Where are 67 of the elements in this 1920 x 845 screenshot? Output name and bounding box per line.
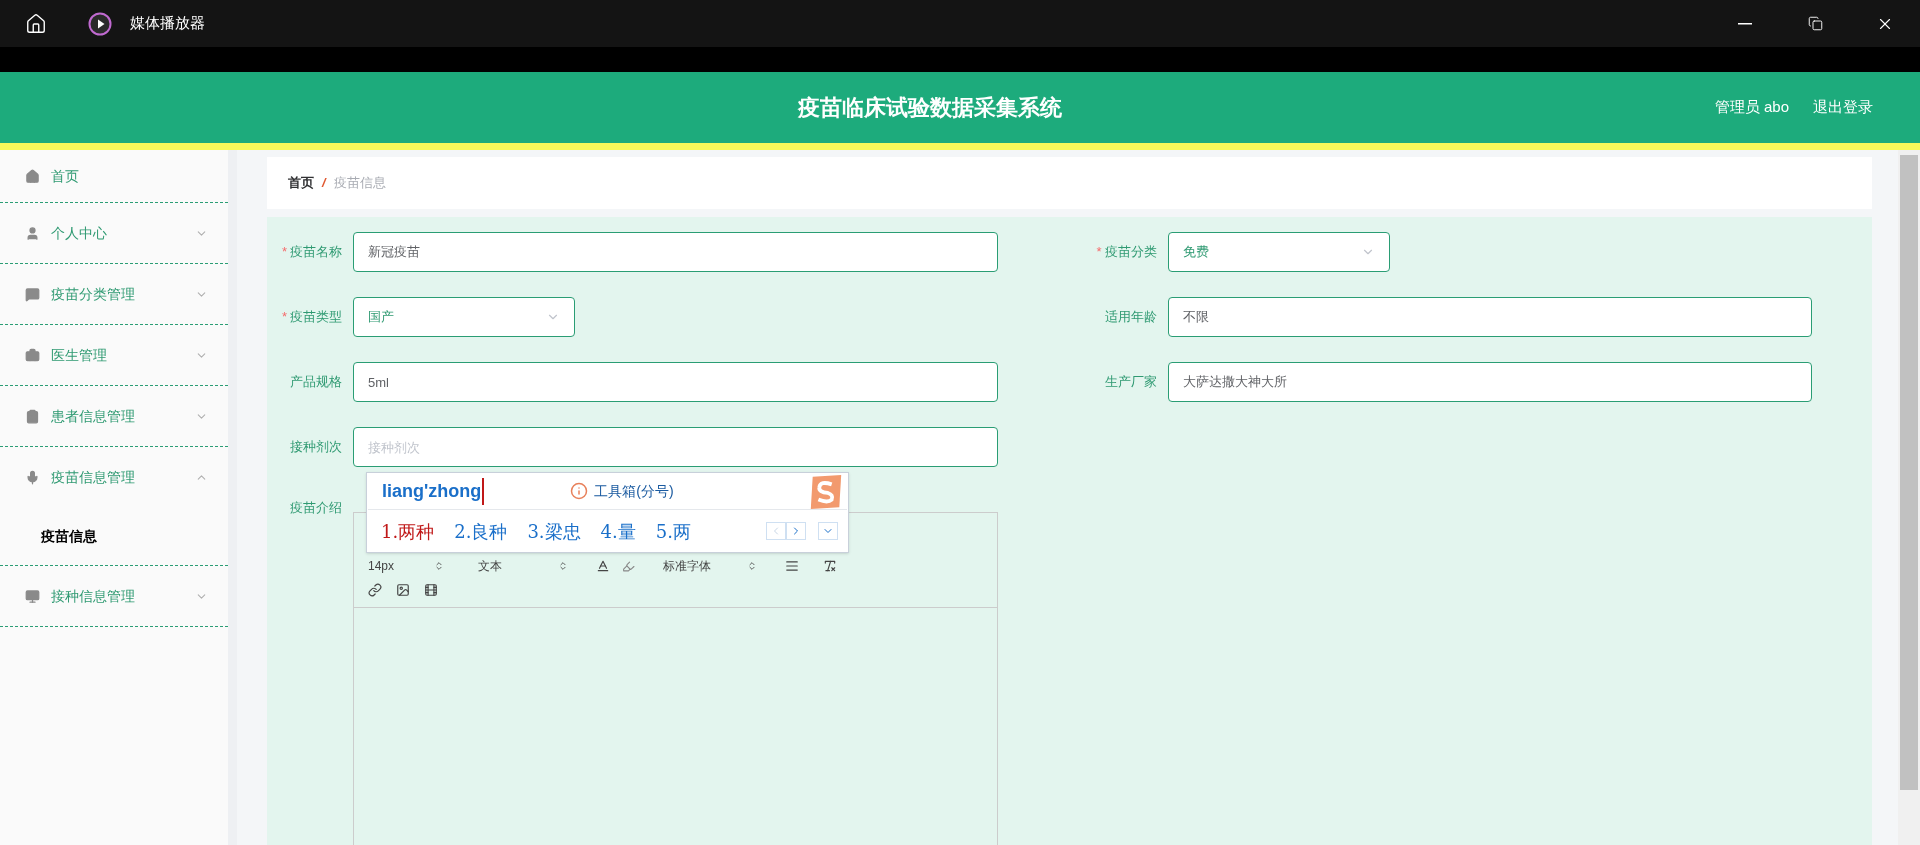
- image-icon[interactable]: [396, 583, 410, 597]
- home-icon: [25, 168, 40, 184]
- sidebar-item[interactable]: 患者信息管理: [0, 386, 228, 446]
- highlight-icon[interactable]: [622, 559, 635, 573]
- scrollbar[interactable]: [1898, 150, 1920, 845]
- sidebar-subitem[interactable]: 疫苗信息: [0, 507, 228, 565]
- input-field[interactable]: 5ml: [353, 362, 998, 402]
- select-field[interactable]: 国产: [353, 297, 575, 337]
- ime-candidate[interactable]: 5.两: [655, 517, 691, 545]
- input-field[interactable]: 接种剂次: [353, 427, 998, 467]
- film-icon[interactable]: [424, 583, 438, 597]
- sidebar-item[interactable]: 首页: [0, 150, 228, 202]
- input-field[interactable]: 大萨达撒大神大所: [1167, 362, 1812, 402]
- required-mark: *: [281, 308, 287, 327]
- align-icon[interactable]: [785, 559, 799, 573]
- required-mark: *: [1096, 243, 1102, 262]
- field-label: 疫苗介绍: [290, 499, 342, 517]
- required-mark: *: [281, 243, 287, 262]
- briefcase-icon: [25, 347, 40, 363]
- sidebar-item[interactable]: 疫苗分类管理: [0, 264, 228, 324]
- sidebar-item[interactable]: 疫苗信息管理: [0, 447, 228, 507]
- toolbox-label[interactable]: 工具箱(分号): [594, 480, 674, 502]
- updown-icon: [747, 561, 757, 571]
- breadcrumb-link[interactable]: 首页: [288, 173, 314, 193]
- microphone-icon: [25, 469, 40, 485]
- next-page-button[interactable]: [786, 522, 806, 540]
- play-icon: [88, 11, 112, 36]
- field-label: 疫苗类型: [290, 308, 342, 327]
- ime-composition: liang'zhong: [382, 477, 485, 505]
- select-field[interactable]: 免费: [1167, 232, 1390, 272]
- chat-icon: [25, 286, 40, 302]
- font-family-select[interactable]: 标准字体: [663, 557, 763, 575]
- field-label: 适用年龄: [1104, 308, 1157, 327]
- minimize-icon: [1738, 22, 1752, 25]
- field-label: 生产厂家: [1104, 373, 1157, 392]
- field-label: 疫苗分类: [1104, 243, 1157, 262]
- window-title: 媒体播放器: [130, 13, 205, 34]
- ime-candidate[interactable]: 1.两种: [381, 517, 435, 545]
- field-label: 产品规格: [290, 373, 342, 392]
- field-label: 疫苗名称: [290, 243, 342, 262]
- info-icon: [570, 482, 589, 500]
- updown-icon: [434, 561, 444, 571]
- sidebar-item[interactable]: 医生管理: [0, 325, 228, 385]
- font-color-icon[interactable]: [596, 559, 610, 573]
- logout-link[interactable]: 退出登录: [1813, 96, 1873, 119]
- field-label: 接种剂次: [290, 438, 342, 457]
- font-size-select[interactable]: 14px: [368, 557, 450, 575]
- ime-candidate[interactable]: 2.良种: [454, 517, 508, 545]
- user-icon: [25, 225, 40, 241]
- link-icon[interactable]: [368, 583, 382, 597]
- ime-candidate[interactable]: 3.梁忠: [527, 517, 581, 545]
- paragraph-select[interactable]: 文本: [478, 557, 574, 575]
- ime-candidate[interactable]: 4.量: [600, 517, 636, 545]
- input-field[interactable]: 新冠疫苗: [353, 232, 998, 272]
- breadcrumb-separator: /: [322, 174, 326, 193]
- app-title: 疫苗临床试验数据采集系统: [798, 94, 1062, 122]
- clear-format-icon[interactable]: [823, 559, 837, 573]
- home-icon[interactable]: [25, 12, 47, 35]
- sidebar-item[interactable]: 个人中心: [0, 203, 228, 263]
- input-field[interactable]: 不限: [1167, 297, 1812, 337]
- monitor-icon: [25, 588, 40, 604]
- user-label: 管理员 abo: [1714, 97, 1789, 118]
- expand-button[interactable]: [818, 522, 838, 540]
- restore-icon: [1807, 16, 1823, 31]
- updown-icon: [558, 561, 568, 571]
- clipboard-icon: [25, 408, 40, 424]
- sidebar-item[interactable]: 接种信息管理: [0, 566, 228, 626]
